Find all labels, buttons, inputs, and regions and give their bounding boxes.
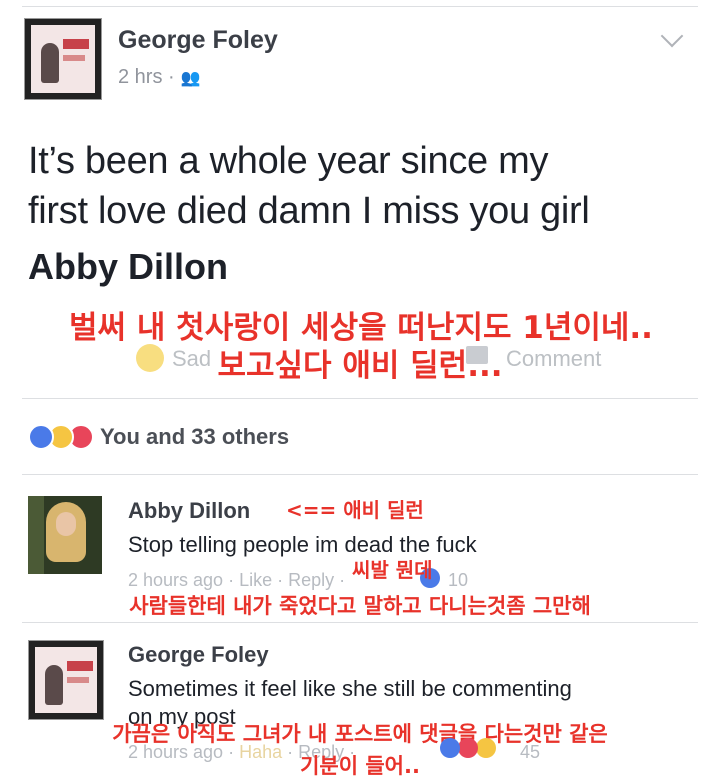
avatar-image [35,647,97,713]
chevron-down-icon[interactable] [660,24,684,48]
comment-author-name[interactable]: George Foley [128,642,269,668]
tagged-person-link[interactable]: Abby Dillon [28,246,228,288]
avatar-banner-secondary [67,677,89,683]
haha-icon [476,738,496,758]
divider [22,398,698,399]
comment-author-name[interactable]: Abby Dillon [128,498,250,524]
post-meta: 2 hrs · 👥 [118,66,201,89]
avatar-background [28,496,44,574]
like-icon [440,738,460,758]
comment-author-note: <== 애비 딜런 [286,498,424,522]
post-time[interactable]: 2 hrs · [118,66,175,88]
comment-text-line-1: Sometimes it feel like she still be comm… [128,676,572,701]
comment-translation-line-2: 사람들한테 내가 죽었다고 말하고 다니는것좀 그만해 [129,594,591,618]
commenter-avatar[interactable] [28,496,102,574]
commenter-avatar[interactable] [28,640,104,720]
avatar-figure [45,665,63,705]
post-author-name[interactable]: George Foley [118,26,278,55]
comment-translation-line-1: 가끔은 아직도 그녀가 내 포스트에 댓글을 다는것만 같은 [112,722,608,746]
divider [22,622,698,623]
comment-translation-line-2: 기분이 들어.. [300,754,420,778]
avatar-figure [41,43,59,83]
avatar-banner [67,661,93,671]
like-icon [28,424,54,450]
divider [22,474,698,475]
avatar-image [31,25,95,93]
reactions-summary[interactable]: You and 33 others [100,424,289,450]
top-divider [22,6,698,7]
friends-icon: 👥 [180,70,201,87]
post-text-line-2: first love died damn I miss you girl [28,190,590,232]
post-text: It’s been a whole year since my first lo… [28,136,708,236]
post-translation-line-2: 보고싶다 애비 딜런... [217,348,503,384]
post-text-line-1: It’s been a whole year since my [28,140,549,182]
avatar-banner-secondary [63,55,85,61]
author-avatar[interactable] [24,18,102,100]
comment-meta: 2 hours ago · Like · Reply · [128,570,346,590]
avatar-banner [63,39,89,49]
comment-translation-line-1: 씨발 뭔데 [352,558,433,582]
love-icon [458,738,478,758]
comment-like-count[interactable]: 10 [448,570,468,591]
avatar-face [56,512,76,536]
